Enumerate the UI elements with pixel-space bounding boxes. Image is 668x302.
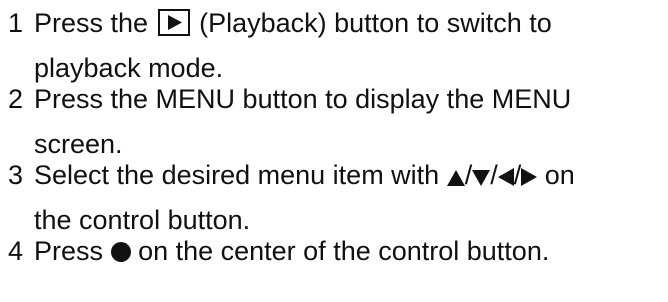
separator: / [490,160,498,190]
step-text: on [544,160,575,190]
separator: / [464,160,473,190]
step-text-line-2: screen. [34,129,123,159]
playback-icon [157,9,190,36]
separator: / [513,160,522,190]
step-text-line-2: the control button. [34,205,251,235]
step-text-line-1: Press on the center of the control butto… [34,234,549,268]
step-text-line-1: Press the MENU button to display the MEN… [34,84,572,114]
step-number: 1 [8,8,24,38]
step-number: 4 [8,236,24,266]
triangle-down-icon [472,160,491,194]
triangle-left-icon [497,160,514,194]
triangle-right-icon [521,160,538,194]
instruction-steps: 1 Press the (Playback) button to switch … [0,0,668,302]
step-number: 3 [8,160,24,190]
step-text: (Playback) button to switch to [199,8,552,38]
step-number: 2 [8,84,24,114]
triangle-up-icon [446,160,465,194]
step-text: Press the [34,8,149,38]
step-text-line-2: playback mode. [34,53,224,83]
filled-circle-icon [110,236,131,270]
step-text: Select the desired menu item with [34,160,440,190]
step-text-line-1: Select the desired menu item with / / / on [34,158,575,192]
step-text: Press [34,236,104,266]
step-text: on the center of the control button. [138,236,550,266]
step-text-line-1: Press the (Playback) button to switch to [34,6,552,40]
